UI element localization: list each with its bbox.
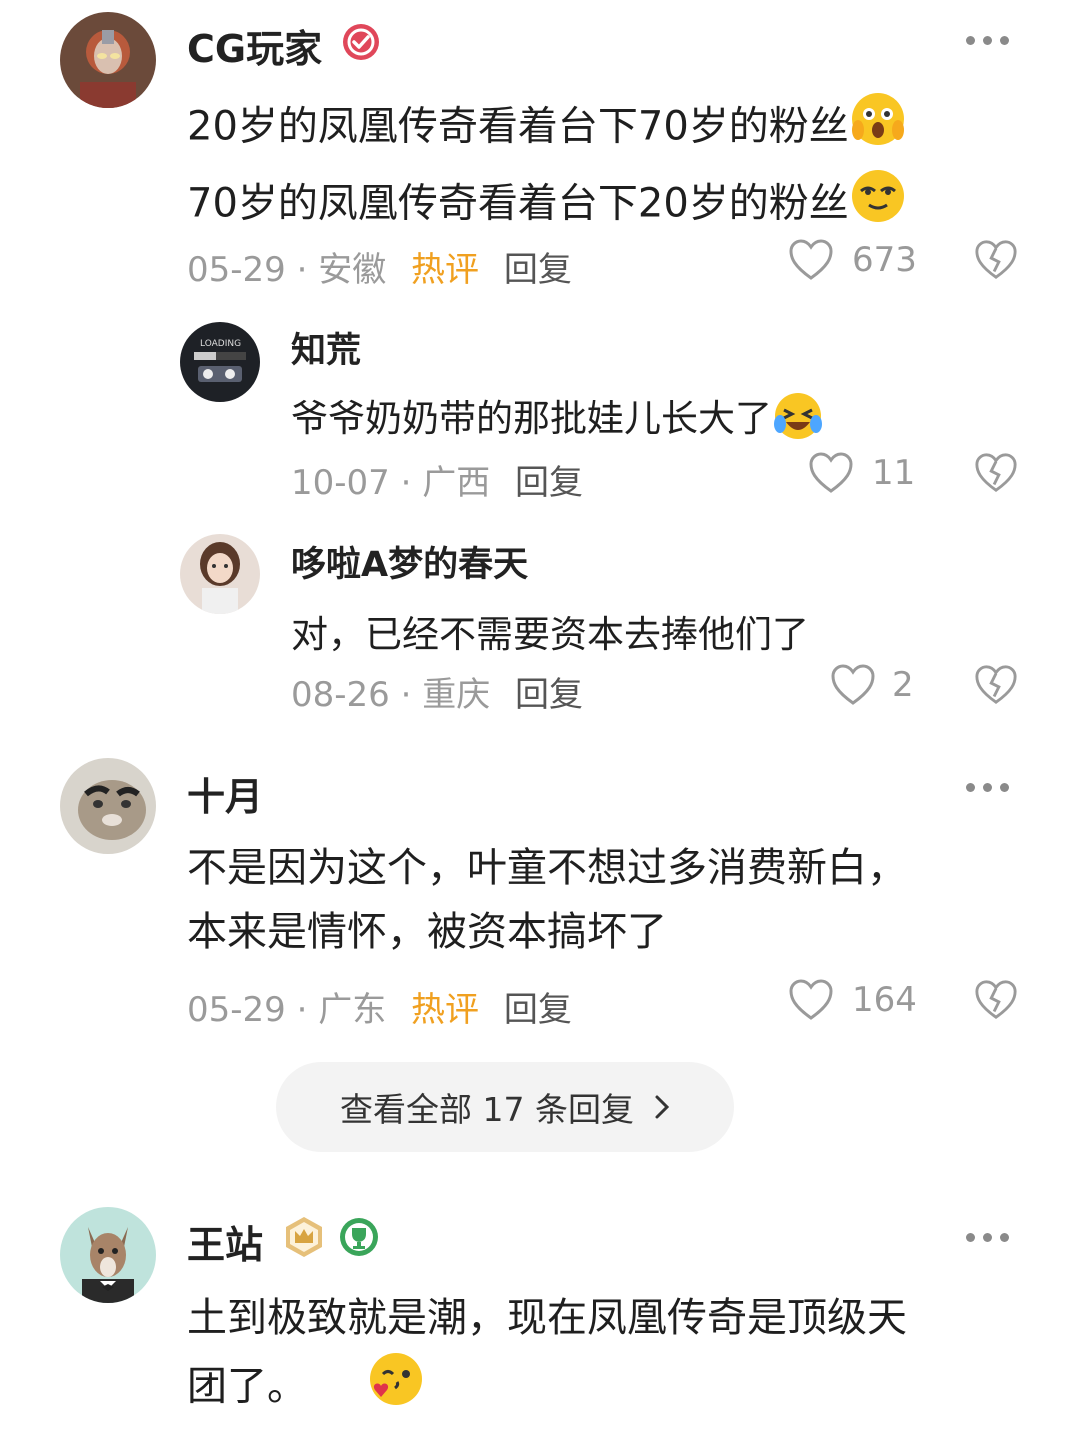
chevron-right-icon	[655, 1095, 670, 1119]
like-count: 673	[852, 240, 917, 280]
svg-text:LOADING: LOADING	[200, 339, 241, 349]
separator: ·	[296, 250, 308, 290]
comment-line: 土到极致就是潮，现在凤凰传奇是顶级天	[187, 1295, 907, 1341]
separator: ·	[400, 463, 412, 503]
date: 05-29	[187, 250, 286, 290]
like-count: 11	[872, 453, 916, 493]
avatar[interactable]	[60, 1207, 156, 1303]
like-button[interactable]	[788, 238, 834, 286]
reply-text: 对，已经不需要资本去捧他们了	[291, 613, 809, 656]
date: 08-26	[291, 675, 390, 715]
username[interactable]: 知荒	[291, 322, 361, 373]
hot-badge: 热评	[411, 250, 480, 290]
date: 10-07	[291, 463, 390, 503]
comment-line: 本来是情怀，被资本搞坏了	[187, 909, 667, 955]
avatar[interactable]	[60, 758, 156, 854]
comment-text: 不是因为这个，叶童不想过多消费新白， 本来是情怀，被资本搞坏了	[187, 836, 907, 964]
broken-heart-icon	[975, 453, 1017, 492]
broken-heart-icon	[975, 240, 1017, 279]
heart-icon	[809, 452, 853, 493]
username[interactable]: 哆啦A梦的春天	[291, 536, 528, 587]
verified-check-icon	[341, 22, 381, 62]
reply-line: 爷爷奶奶带的那批娃儿长大了	[291, 397, 772, 440]
username[interactable]: CG玩家	[187, 18, 322, 73]
broken-heart-icon	[975, 980, 1017, 1019]
like-count: 164	[852, 980, 917, 1020]
comment-text: 土到极致就是潮，现在凤凰传奇是顶级天 团了。	[187, 1286, 907, 1427]
reply-button[interactable]: 回复	[504, 990, 572, 1030]
broken-heart-icon	[975, 665, 1017, 704]
location: 重庆	[422, 675, 491, 715]
separator: ·	[400, 675, 412, 715]
astonished-emoji	[849, 90, 907, 167]
more-options-icon[interactable]	[966, 1233, 1009, 1242]
username[interactable]: 十月	[187, 766, 263, 821]
crown-badge-icon	[282, 1215, 326, 1259]
avatar[interactable]	[180, 534, 260, 614]
hot-badge: 热评	[411, 990, 480, 1030]
heart-icon	[789, 979, 833, 1020]
heart-icon	[831, 664, 875, 705]
trophy-badge-icon	[338, 1216, 380, 1258]
dislike-button[interactable]	[974, 663, 1018, 711]
avatar[interactable]: LOADING	[180, 322, 260, 402]
more-options-icon[interactable]	[966, 783, 1009, 792]
avatar[interactable]	[60, 12, 156, 108]
username[interactable]: 王站	[187, 1214, 263, 1269]
reply-button[interactable]: 回复	[504, 250, 572, 290]
reply-text: 爷爷奶奶带的那批娃儿长大了	[291, 388, 824, 451]
comment-line: 70岁的凤凰传奇看着台下20岁的粉丝	[187, 180, 849, 227]
wink-kiss-emoji	[367, 1350, 425, 1427]
view-all-label: 查看全部 17 条回复	[340, 1090, 634, 1129]
comment-line: 不是因为这个，叶童不想过多消费新白，	[187, 845, 907, 891]
comment-text: 20岁的凤凰传奇看着台下70岁的粉丝 70岁的凤凰传奇看着台下20岁的粉丝	[187, 90, 907, 244]
laughing-crying-emoji	[772, 390, 824, 451]
separator: ·	[296, 990, 308, 1030]
location: 广东	[318, 990, 387, 1030]
reply-button[interactable]: 回复	[515, 463, 583, 503]
location: 广西	[422, 463, 491, 503]
comment-meta: 05-29 · 安徽 热评 回复	[187, 242, 572, 291]
dislike-button[interactable]	[974, 978, 1018, 1026]
like-button[interactable]	[808, 451, 854, 499]
like-button[interactable]	[788, 978, 834, 1026]
comment-line: 团了。	[187, 1363, 307, 1410]
like-count: 2	[892, 665, 914, 705]
comment-line: 20岁的凤凰传奇看着台下70岁的粉丝	[187, 103, 849, 150]
more-options-icon[interactable]	[966, 36, 1009, 45]
dislike-button[interactable]	[974, 451, 1018, 499]
date: 05-29	[187, 990, 286, 1030]
heart-icon	[789, 239, 833, 280]
reply-meta: 08-26 · 重庆 回复	[291, 667, 583, 716]
reply-meta: 10-07 · 广西 回复	[291, 455, 583, 504]
comment-meta: 05-29 · 广东 热评 回复	[187, 982, 572, 1031]
like-button[interactable]	[830, 663, 876, 711]
reply-button[interactable]: 回复	[515, 675, 583, 715]
smirk-emoji	[849, 167, 907, 244]
dislike-button[interactable]	[974, 238, 1018, 286]
view-all-replies-button[interactable]: 查看全部 17 条回复	[276, 1062, 734, 1152]
location: 安徽	[318, 250, 387, 290]
